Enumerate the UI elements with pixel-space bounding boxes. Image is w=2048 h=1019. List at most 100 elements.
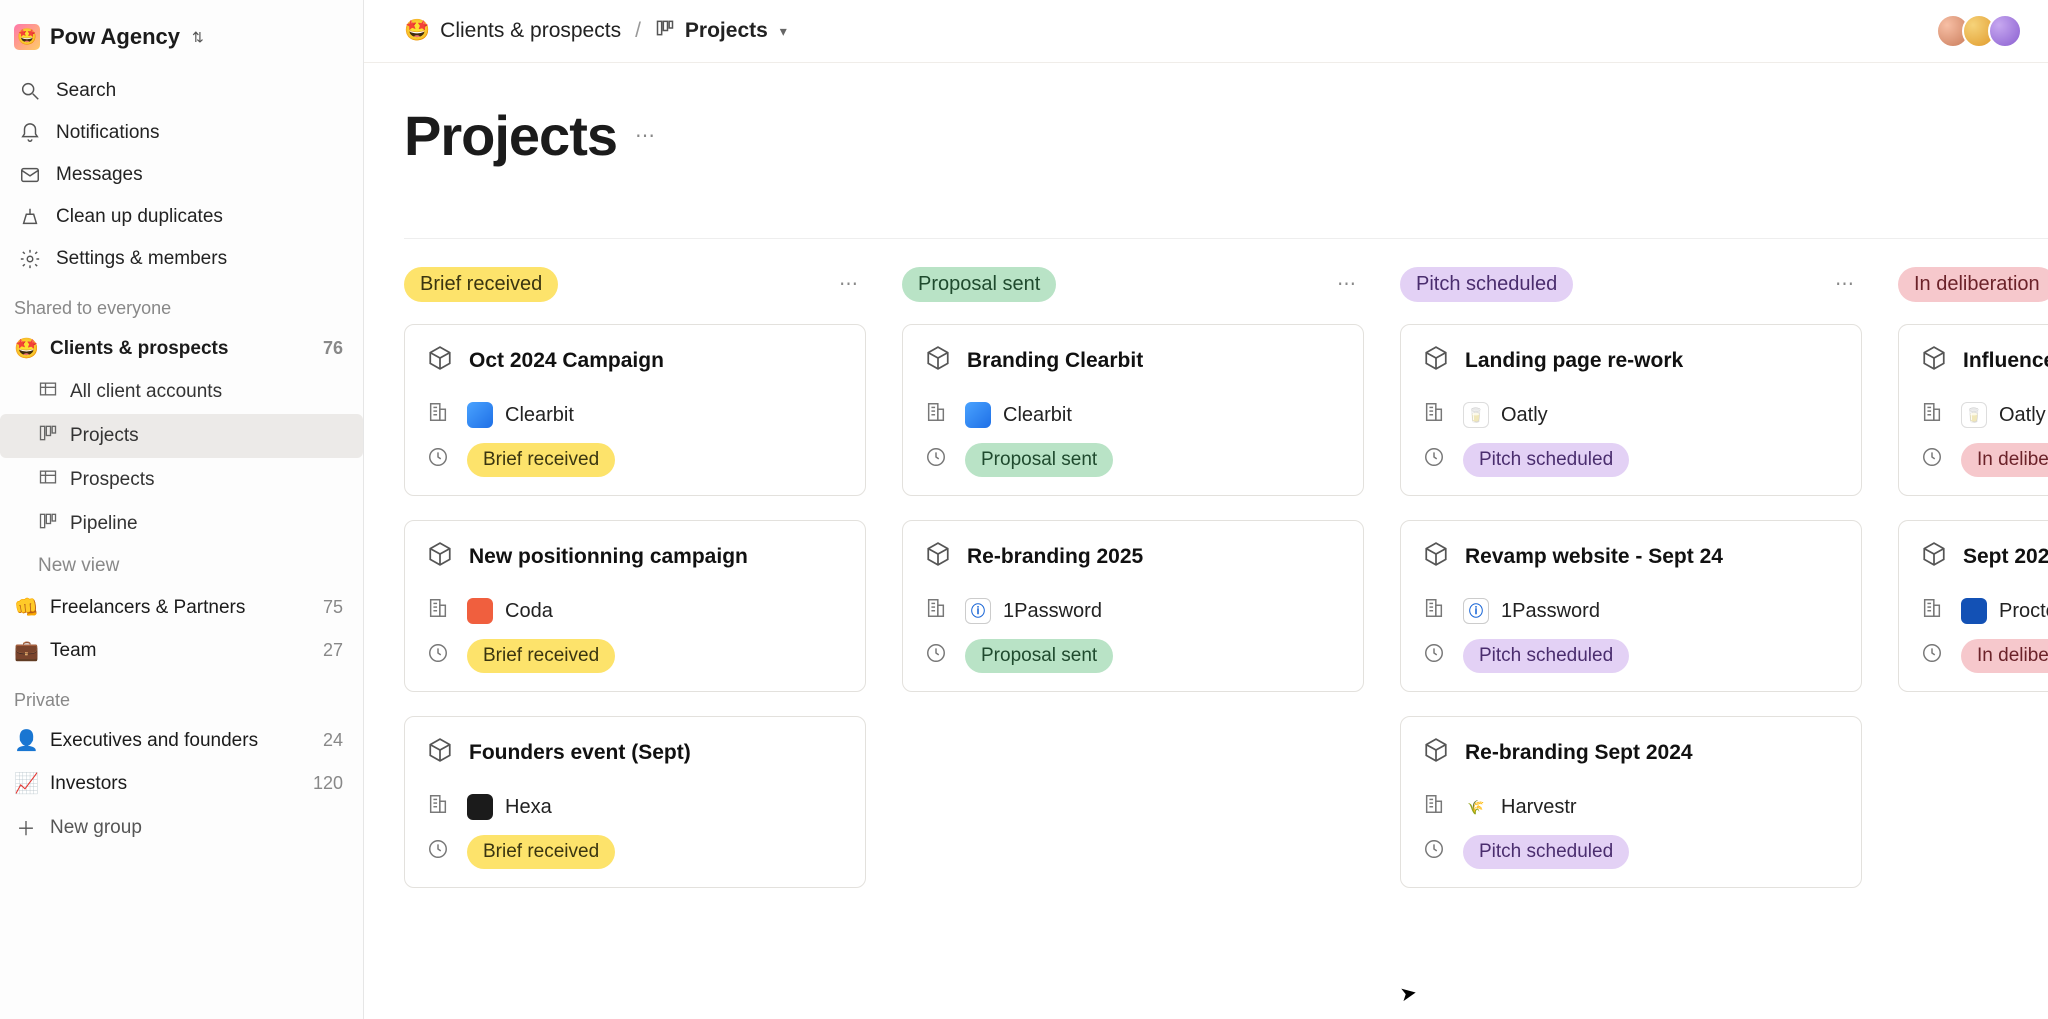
column-status-tag[interactable]: Pitch scheduled: [1400, 267, 1573, 302]
nav-notifications-label: Notifications: [56, 122, 160, 144]
company-name: Hexa: [505, 796, 552, 819]
card-title: Branding Clearbit: [967, 349, 1143, 373]
workspace-switcher[interactable]: 🤩 Pow Agency ⇅: [0, 14, 363, 70]
breadcrumb-clients-emoji: 🤩: [404, 19, 430, 43]
page-more-button[interactable]: ⋯: [635, 123, 655, 148]
nav-settings-label: Settings & members: [56, 248, 227, 270]
workspace-icon: 🤩: [14, 24, 40, 50]
board-icon: [38, 423, 58, 449]
status-chip: In deliberation: [1961, 443, 2048, 477]
column-header: In deliberation⋯: [1898, 267, 2048, 302]
board-card[interactable]: Re-branding Sept 2024🌾HarvestrPitch sche…: [1400, 716, 1862, 888]
group-executives[interactable]: 👤 Executives and founders 24: [0, 719, 363, 762]
board-card[interactable]: Founders event (Sept)HexaBrief received: [404, 716, 866, 888]
group-freelancers-label: Freelancers & Partners: [50, 597, 245, 619]
board-card[interactable]: Sept 2024 CampaignProcter & GambleIn del…: [1898, 520, 2048, 692]
card-title: Founders event (Sept): [469, 741, 691, 765]
chevron-down-icon: ▾: [780, 23, 787, 40]
nav-search-label: Search: [56, 80, 116, 102]
new-group-label: New group: [50, 817, 142, 839]
nav-messages[interactable]: Messages: [6, 154, 357, 196]
group-investors-label: Investors: [50, 773, 127, 795]
subview-prospects[interactable]: Prospects: [0, 458, 363, 502]
company-logo: [467, 598, 493, 624]
clock-icon: [1423, 642, 1445, 670]
column-header: Proposal sent ⋯: [902, 267, 1364, 302]
cube-icon: [1423, 541, 1449, 573]
board-card[interactable]: New positionning campaignCodaBrief recei…: [404, 520, 866, 692]
card-title: Re-branding Sept 2024: [1465, 741, 1693, 765]
cube-icon: [1921, 541, 1947, 573]
column-more-button[interactable]: ⋯: [1827, 269, 1862, 300]
nav-messages-label: Messages: [56, 164, 143, 186]
board-card[interactable]: Re-branding 2025ⓘ1PasswordProposal sent: [902, 520, 1364, 692]
group-team-label: Team: [50, 640, 96, 662]
company-name: 1Password: [1501, 600, 1600, 623]
column-more-button[interactable]: ⋯: [831, 269, 866, 300]
clock-icon: [1921, 446, 1943, 474]
group-team[interactable]: 💼 Team 27: [0, 629, 363, 672]
broom-icon: [18, 206, 42, 228]
clock-icon: [427, 446, 449, 474]
board-card[interactable]: Landing page re-work🥛OatlyPitch schedule…: [1400, 324, 1862, 496]
board-card[interactable]: Influence campaign🥛OatlyIn deliberation: [1898, 324, 2048, 496]
board-card[interactable]: Branding ClearbitClearbitProposal sent: [902, 324, 1364, 496]
company-name: Procter & Gamble: [1999, 600, 2048, 623]
nav-notifications[interactable]: Notifications: [6, 112, 357, 154]
new-view-button[interactable]: New view: [0, 546, 363, 586]
bell-icon: [18, 122, 42, 144]
breadcrumb-projects[interactable]: Projects ▾: [655, 18, 787, 44]
subview-all-accounts[interactable]: All client accounts: [0, 370, 363, 414]
subview-projects[interactable]: Projects: [0, 414, 363, 458]
status-chip: Pitch scheduled: [1463, 443, 1629, 477]
group-freelancers[interactable]: 👊 Freelancers & Partners 75: [0, 586, 363, 629]
breadcrumb-clients-label: Clients & prospects: [440, 19, 621, 43]
board-icon: [38, 511, 58, 537]
nav-search[interactable]: Search: [6, 70, 357, 112]
sidebar: 🤩 Pow Agency ⇅ Search Notifications: [0, 0, 364, 1019]
main: 🤩 Clients & prospects / Projects ▾: [364, 0, 2048, 1019]
chevron-updown-icon: ⇅: [192, 29, 204, 46]
board-card[interactable]: Oct 2024 CampaignClearbitBrief received: [404, 324, 866, 496]
group-investors[interactable]: 📈 Investors 120: [0, 762, 363, 805]
column-status-tag[interactable]: In deliberation: [1898, 267, 2048, 302]
building-icon: [925, 597, 947, 625]
breadcrumb-clients[interactable]: 🤩 Clients & prospects: [404, 19, 621, 43]
kanban-board: Brief received ⋯ Oct 2024 CampaignClearbit…: [404, 239, 2048, 939]
section-private-label: Private: [0, 672, 363, 719]
group-freelancers-count: 75: [323, 597, 349, 618]
group-executives-count: 24: [323, 730, 349, 751]
group-clients-count: 76: [323, 338, 349, 359]
subview-pipeline[interactable]: Pipeline: [0, 502, 363, 546]
card-title: Landing page re-work: [1465, 349, 1683, 373]
cube-icon: [427, 541, 453, 573]
group-clients[interactable]: 🤩 Clients & prospects 76: [0, 327, 363, 370]
company-name: Oatly: [1501, 404, 1548, 427]
status-chip: Brief received: [467, 639, 615, 673]
avatar: [1988, 14, 2022, 48]
board-card[interactable]: Revamp website - Sept 24ⓘ1PasswordPitch …: [1400, 520, 1862, 692]
group-team-count: 27: [323, 640, 349, 661]
content-area: Projects ⋯ Brief received⋯Oct 2024 Campa…: [364, 63, 2048, 1019]
column-status-tag[interactable]: Proposal sent: [902, 267, 1056, 302]
cube-icon: [925, 345, 951, 377]
card-title: Re-branding 2025: [967, 545, 1143, 569]
subview-pipeline-label: Pipeline: [70, 513, 138, 535]
column-more-button[interactable]: ⋯: [1329, 269, 1364, 300]
card-title: New positionning campaign: [469, 545, 748, 569]
group-clients-label: Clients & prospects: [50, 338, 228, 360]
nav-cleanup[interactable]: Clean up duplicates: [6, 196, 357, 238]
nav-settings[interactable]: Settings & members: [6, 238, 357, 280]
group-investors-count: 120: [313, 773, 349, 794]
board-column-proposal: Proposal sent ⋯ Branding ClearbitClearbitP…: [902, 267, 1364, 939]
building-icon: [1921, 401, 1943, 429]
clock-icon: [1423, 446, 1445, 474]
building-icon: [1423, 597, 1445, 625]
status-chip: Brief received: [467, 443, 615, 477]
cube-icon: [427, 345, 453, 377]
new-group-button[interactable]: ＋ New group: [0, 805, 363, 850]
presence-avatars[interactable]: [1944, 14, 2022, 48]
card-title: Influence campaign: [1963, 349, 2048, 373]
column-status-tag[interactable]: Brief received: [404, 267, 558, 302]
board-column-pitch: Pitch scheduled ⋯ Landing page re-work🥛Oat…: [1400, 267, 1862, 939]
